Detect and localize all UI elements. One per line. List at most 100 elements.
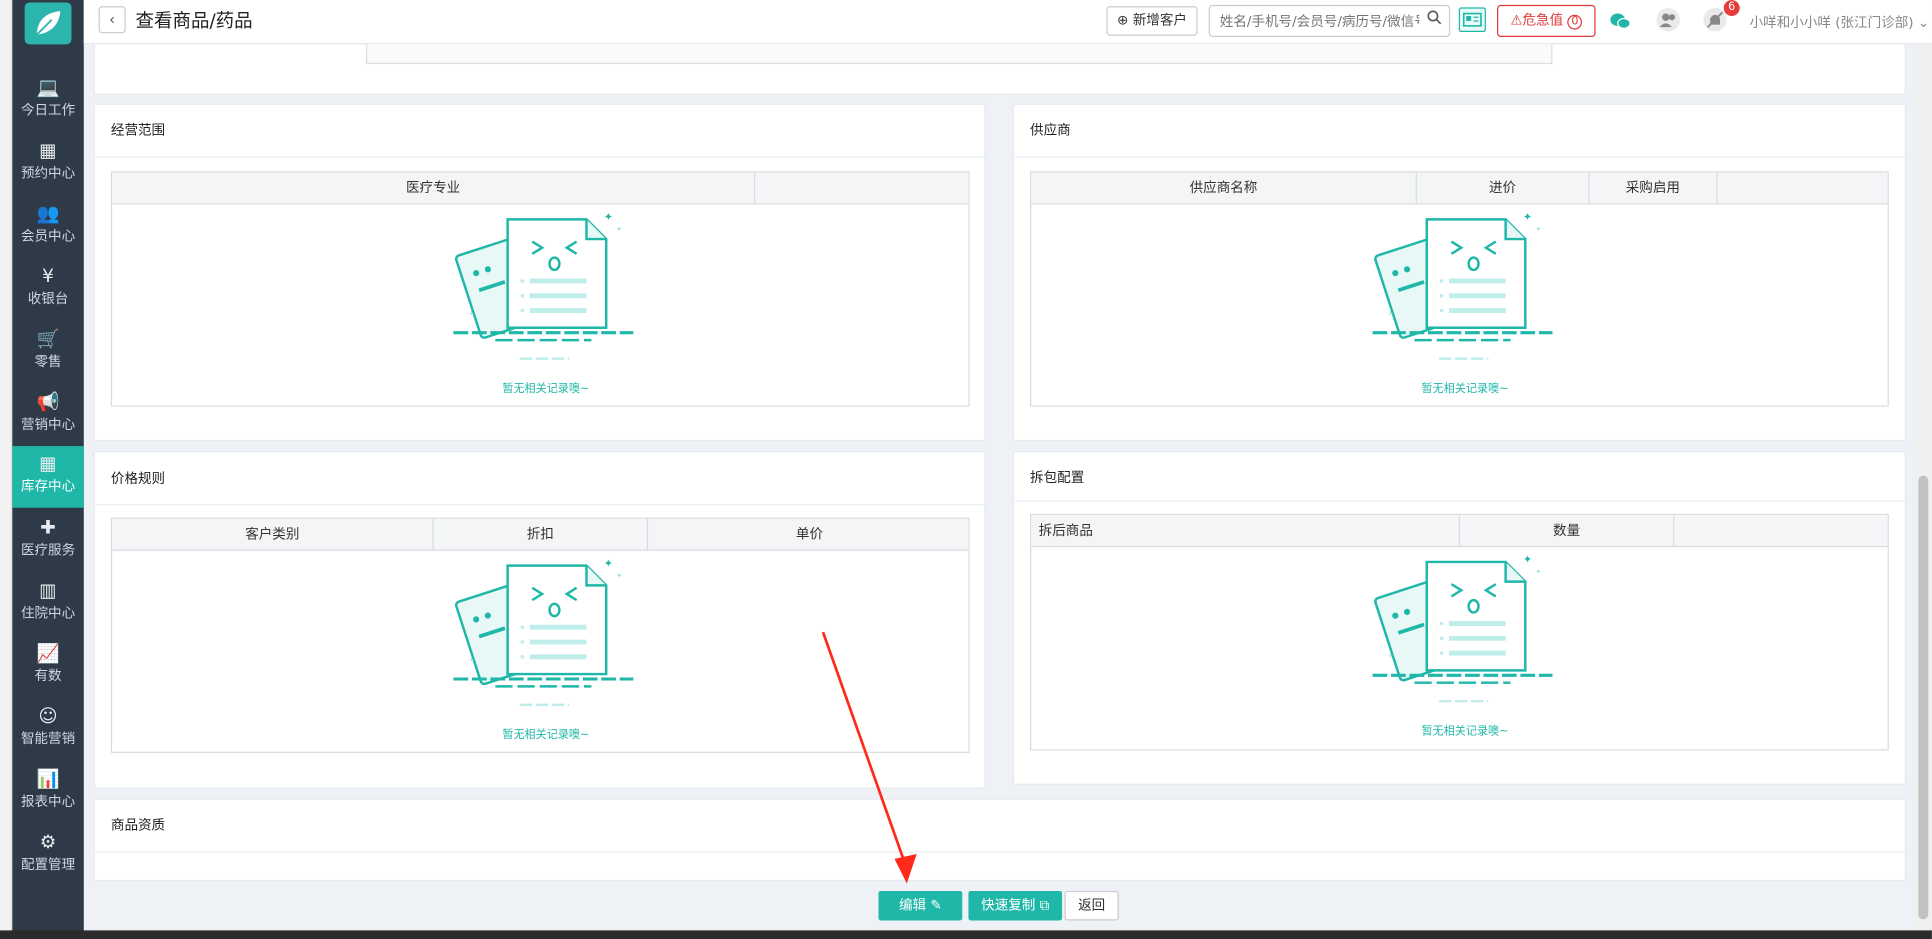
logo[interactable] [24,2,72,45]
sidebar-item[interactable]: ▦ 预约中心 [12,133,83,195]
svg-text:+: + [468,308,474,317]
empty-state-text: 暂无相关记录噢~ [502,383,590,396]
supplier-table: 供应商名称 进价 采购启用 ✦ ✦ + 暂无相关记录噢~ [1030,171,1890,407]
sidebar-item[interactable]: ▦ 库存中心 [12,446,84,508]
search-input[interactable] [1208,4,1451,37]
plus-circle-icon: ⊕ [1117,12,1133,29]
user-menu[interactable]: 小咩和小小咩 (张江门诊部) ⌄ [1750,12,1930,32]
sidebar-item-label: 医疗服务 [20,542,76,559]
column-header: 数量 [1460,515,1675,548]
svg-text:✦: ✦ [1523,553,1532,566]
sidebar-item-label: 库存中心 [20,478,76,495]
cart-icon: 🛒 [36,327,60,350]
split-config-panel: 拆包配置 拆后商品 数量 ✦ ✦ + 暂无相关记录噢~ [1012,451,1907,785]
sidebar-item-label: 今日工作 [20,102,76,119]
panel-title: 商品资质 [110,817,166,834]
sidebar-item[interactable]: 🛒 零售 [12,322,83,384]
left-edge-strip [0,0,13,939]
column-header: 单价 [795,526,824,543]
sidebar-item[interactable]: 💻 今日工作 [12,70,83,132]
column-header [755,173,971,205]
column-header: 医疗专业 [112,172,756,205]
new-customer-button[interactable]: ⊕ 新增客户 [1106,6,1198,36]
megaphone-icon: 📢 [36,390,60,413]
column-header: 进价 [1417,172,1590,205]
column-header: 拆后商品 [1031,515,1461,548]
sidebar-item[interactable]: 👥 会员中心 [12,196,83,258]
sidebar-item[interactable]: 📊 报表中心 [12,762,83,824]
return-button[interactable]: 返回 [1064,890,1119,921]
sidebar-item[interactable]: ¥ 收银台 [12,259,83,321]
users-icon: 👥 [36,202,60,225]
column-header: 采购启用 [1589,172,1718,205]
svg-text:+: + [1387,651,1393,660]
scrollbar[interactable] [1914,44,1932,939]
svg-text:✦: ✦ [1535,225,1541,234]
empty-state-illustration: ✦ ✦ + [451,209,636,369]
sidebar-item[interactable]: ▥ 住院中心 [12,573,83,635]
panel-title: 经营范围 [110,121,166,139]
sidebar-item[interactable]: ✚ 医疗服务 [12,510,83,572]
edit-icon: ✎ [930,897,942,914]
svg-text:✦: ✦ [616,571,622,580]
sidebar-item-label: 会员中心 [20,227,76,244]
critical-count: 0 [1567,14,1583,30]
chevron-down-icon: ⌄ [1917,14,1930,31]
search-icon[interactable] [1427,10,1442,25]
empty-state-illustration: ✦ ✦ + [1370,209,1555,369]
split-config-table: 拆后商品 数量 ✦ ✦ + 暂无相关记录噢~ [1030,513,1890,751]
critical-label: 危急值 [1522,12,1564,29]
quick-copy-button[interactable]: 快速复制 ⧉ [968,890,1063,921]
sidebar-item[interactable]: 📈 有数 [12,636,83,698]
svg-text:✦: ✦ [1535,567,1541,576]
svg-text:✦: ✦ [1523,211,1532,224]
scrollbar-thumb[interactable] [1918,475,1929,920]
edit-label: 编辑 [898,897,927,914]
page-title: 查看商品/药品 [135,9,253,33]
svg-text:+: + [1387,308,1393,317]
business-scope-panel: 经营范围 医疗专业 ✦ ✦ + 暂无相关记录噢~ [93,103,986,442]
sidebar-item-label: 有数 [34,667,62,684]
sidebar-item-label: 住院中心 [20,605,76,622]
edit-button[interactable]: 编辑 ✎ [878,890,963,921]
team-icon[interactable] [1656,7,1681,32]
top-header: ‹ 查看商品/药品 ⊕ 新增客户 ⚠危急值 0 6 小咩和小小咩 (张江门诊部)… [83,0,1932,45]
sidebar-item-label: 收银台 [27,290,69,307]
svg-text:✦: ✦ [604,557,613,570]
sidebar-item[interactable]: 📢 营销中心 [12,384,83,446]
quick-copy-label: 快速复制 [981,897,1036,914]
os-taskbar [0,930,1932,939]
new-customer-label: 新增客户 [1132,12,1187,29]
panel-title: 供应商 [1030,121,1071,139]
svg-text:✦: ✦ [616,225,622,234]
back-button[interactable]: ‹ [98,6,126,34]
id-card-icon[interactable] [1458,7,1486,33]
critical-value-button[interactable]: ⚠危急值 0 [1497,4,1596,37]
sidebar-item-label: 预约中心 [20,165,76,182]
laptop-icon: 💻 [36,76,60,99]
calendar-icon: ▦ [39,139,57,162]
column-header: 供应商名称 [1031,172,1417,205]
qualification-panel: 商品资质 [93,798,1907,882]
empty-state-illustration: ✦ ✦ + [451,556,636,716]
panel-title: 拆包配置 [1030,469,1085,486]
column-header [1674,515,1890,547]
panel-title: 价格规则 [110,470,166,487]
business-scope-table: 医疗专业 ✦ ✦ + 暂无相关记录噢~ [110,171,971,407]
warning-icon: ⚠ [1510,12,1523,29]
sidebar-item[interactable]: ☺ 智能营销 [12,699,83,761]
leaf-logo-icon [36,11,61,36]
wechat-icon[interactable] [1609,10,1631,32]
sidebar-item-label: 配置管理 [20,856,76,873]
copy-icon: ⧉ [1039,897,1050,914]
sidebar-item[interactable]: ⚙ 配置管理 [12,824,83,886]
building-icon: ▥ [39,579,57,602]
column-header [1718,173,1890,205]
empty-state-text: 暂无相关记录噢~ [1421,725,1509,739]
sidebar-item-label: 报表中心 [20,793,76,810]
notes-textarea[interactable] [365,44,1553,65]
column-header: 客户类别 [112,518,434,551]
gear-icon: ⚙ [39,830,57,853]
column-header: 折扣 [434,518,649,551]
annotation-arrow-icon [821,631,917,884]
